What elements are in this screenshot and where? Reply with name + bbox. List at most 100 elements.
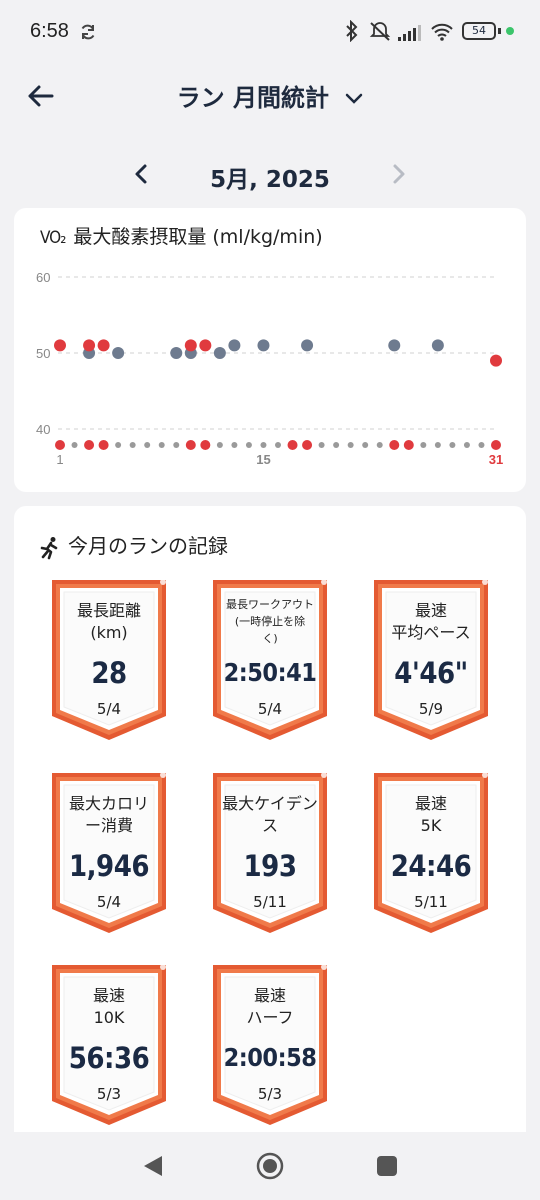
record-badge[interactable]: 最長ワークアウト (一時停止を除 く) 2:50:41 5/4 [211, 578, 329, 742]
vo2-data-point [213, 347, 226, 359]
day-dot [216, 442, 223, 448]
record-label: 最速 10K [92, 986, 125, 1027]
day-dot-active [403, 440, 414, 450]
wifi-icon [431, 23, 453, 41]
month-selector: 5月, 2025 [0, 150, 540, 200]
day-dot-active [55, 440, 65, 450]
nav-recents-icon[interactable] [376, 1155, 398, 1177]
vo2-data-point [97, 339, 110, 352]
vo2-data-point [490, 354, 502, 367]
day-dot-active [491, 440, 501, 450]
record-date: 5/3 [96, 1085, 122, 1103]
day-dot [463, 442, 470, 448]
mute-icon [369, 22, 391, 41]
signal-icon [398, 25, 421, 41]
day-dot [420, 442, 427, 448]
record-value: 193 [243, 849, 297, 883]
sync-icon [81, 24, 95, 40]
app-bar: ラン 月間統計 [0, 64, 540, 128]
vo2max-card: VO₂ 最大酸素摂取量 (ml/kg/min) 60 50 40 1 15 31 [14, 208, 526, 492]
record-label: 最速 平均ペース [391, 601, 471, 642]
day-dot [158, 442, 165, 448]
day-dot-active [84, 440, 95, 450]
day-dot [275, 442, 281, 448]
vo2-data-point [228, 339, 241, 352]
day-dot [129, 442, 136, 448]
record-date: 5/4 [96, 700, 122, 718]
record-value: 56:36 [68, 1041, 150, 1075]
record-badge[interactable]: 最速 ハーフ 2:00:58 5/3 [211, 963, 329, 1127]
battery-icon: 54 [462, 22, 496, 40]
vo2-data-point [257, 339, 270, 352]
status-dot [506, 27, 514, 35]
nav-back-icon[interactable] [142, 1154, 164, 1178]
day-dot [260, 442, 267, 448]
day-dot-active [389, 440, 400, 450]
day-dot-active [302, 440, 313, 450]
nav-home-icon[interactable] [256, 1152, 284, 1180]
record-value: 1,946 [68, 849, 150, 883]
vo2-data-point [170, 347, 183, 359]
day-dot [449, 442, 456, 448]
day-dot [478, 442, 485, 448]
record-label: 最大ケイデンス [222, 794, 318, 835]
record-value: 4'46" [394, 656, 468, 690]
day-dot [173, 442, 180, 448]
day-dot [231, 442, 238, 448]
record-label: 最速 ハーフ [246, 986, 294, 1027]
record-badge[interactable]: 最長距離 (km) 28 5/4 [50, 578, 168, 742]
record-badge[interactable]: 最速 平均ペース 4'46" 5/9 [372, 578, 490, 742]
record-label: 最長ワークアウト (一時停止を除 く) [226, 598, 314, 645]
x-tick-label: 31 [489, 452, 503, 467]
day-dot [434, 442, 441, 448]
day-dot [71, 442, 78, 448]
y-tick-label: 40 [36, 422, 50, 437]
stats-type-dropdown[interactable]: ラン 月間統計 [0, 78, 540, 113]
record-badge[interactable]: 最大ケイデンス 193 5/11 [211, 771, 329, 935]
day-dot-active [98, 440, 109, 450]
bluetooth-icon [346, 20, 358, 42]
next-month-icon[interactable] [384, 160, 412, 188]
day-dot-active [200, 440, 211, 450]
record-label: 最長距離 (km) [76, 601, 141, 642]
record-date: 5/4 [257, 700, 283, 718]
records-title-text: 今月のランの記録 [68, 534, 228, 558]
vo2max-chart: 60 50 40 1 15 31 [36, 270, 503, 467]
day-dot-active [185, 440, 196, 450]
chevron-down-icon [346, 93, 363, 104]
records-title: 今月のランの記録 [38, 530, 228, 560]
record-badge[interactable]: 最大カロリ ー消費 1,946 5/4 [50, 771, 168, 935]
day-dot [144, 442, 151, 448]
battery-tip [498, 28, 501, 34]
record-value: 2:00:58 [223, 1043, 317, 1072]
day-dot [347, 442, 354, 448]
system-nav-bar [0, 1132, 540, 1200]
vo2-data-point [83, 339, 96, 352]
record-date: 5/11 [253, 893, 287, 911]
record-value: 28 [91, 656, 127, 690]
record-label: 最大カロリ ー消費 [68, 794, 149, 835]
status-time: 6:58 [30, 20, 69, 42]
x-tick-label: 1 [56, 452, 63, 467]
y-tick-label: 50 [36, 346, 50, 361]
record-date: 5/4 [96, 893, 122, 911]
monthly-records-card: 今月のランの記録 最長距離 (km) 28 5/4 最長ワークアウト (一時停止を除 く)… [14, 506, 526, 1146]
vo2-data-point [199, 339, 212, 352]
day-dot [115, 442, 122, 448]
record-date: 5/11 [414, 893, 448, 911]
record-date: 5/9 [418, 700, 444, 718]
day-dot [376, 442, 383, 448]
day-dot-active [287, 440, 298, 450]
vo2-data-point [184, 339, 197, 352]
day-dot [362, 442, 369, 448]
record-date: 5/3 [257, 1085, 283, 1103]
status-bar: 6:58 54 [0, 0, 540, 64]
record-badge[interactable]: 最速 10K 56:36 5/3 [50, 963, 168, 1127]
running-icon [40, 536, 58, 559]
month-label: 5月, 2025 [210, 167, 330, 193]
vo2-data-point [54, 339, 66, 352]
day-dot [318, 442, 325, 448]
record-badge[interactable]: 最速 5K 24:46 5/11 [372, 771, 490, 935]
y-tick-label: 60 [36, 270, 50, 285]
record-value: 2:50:41 [223, 658, 317, 687]
